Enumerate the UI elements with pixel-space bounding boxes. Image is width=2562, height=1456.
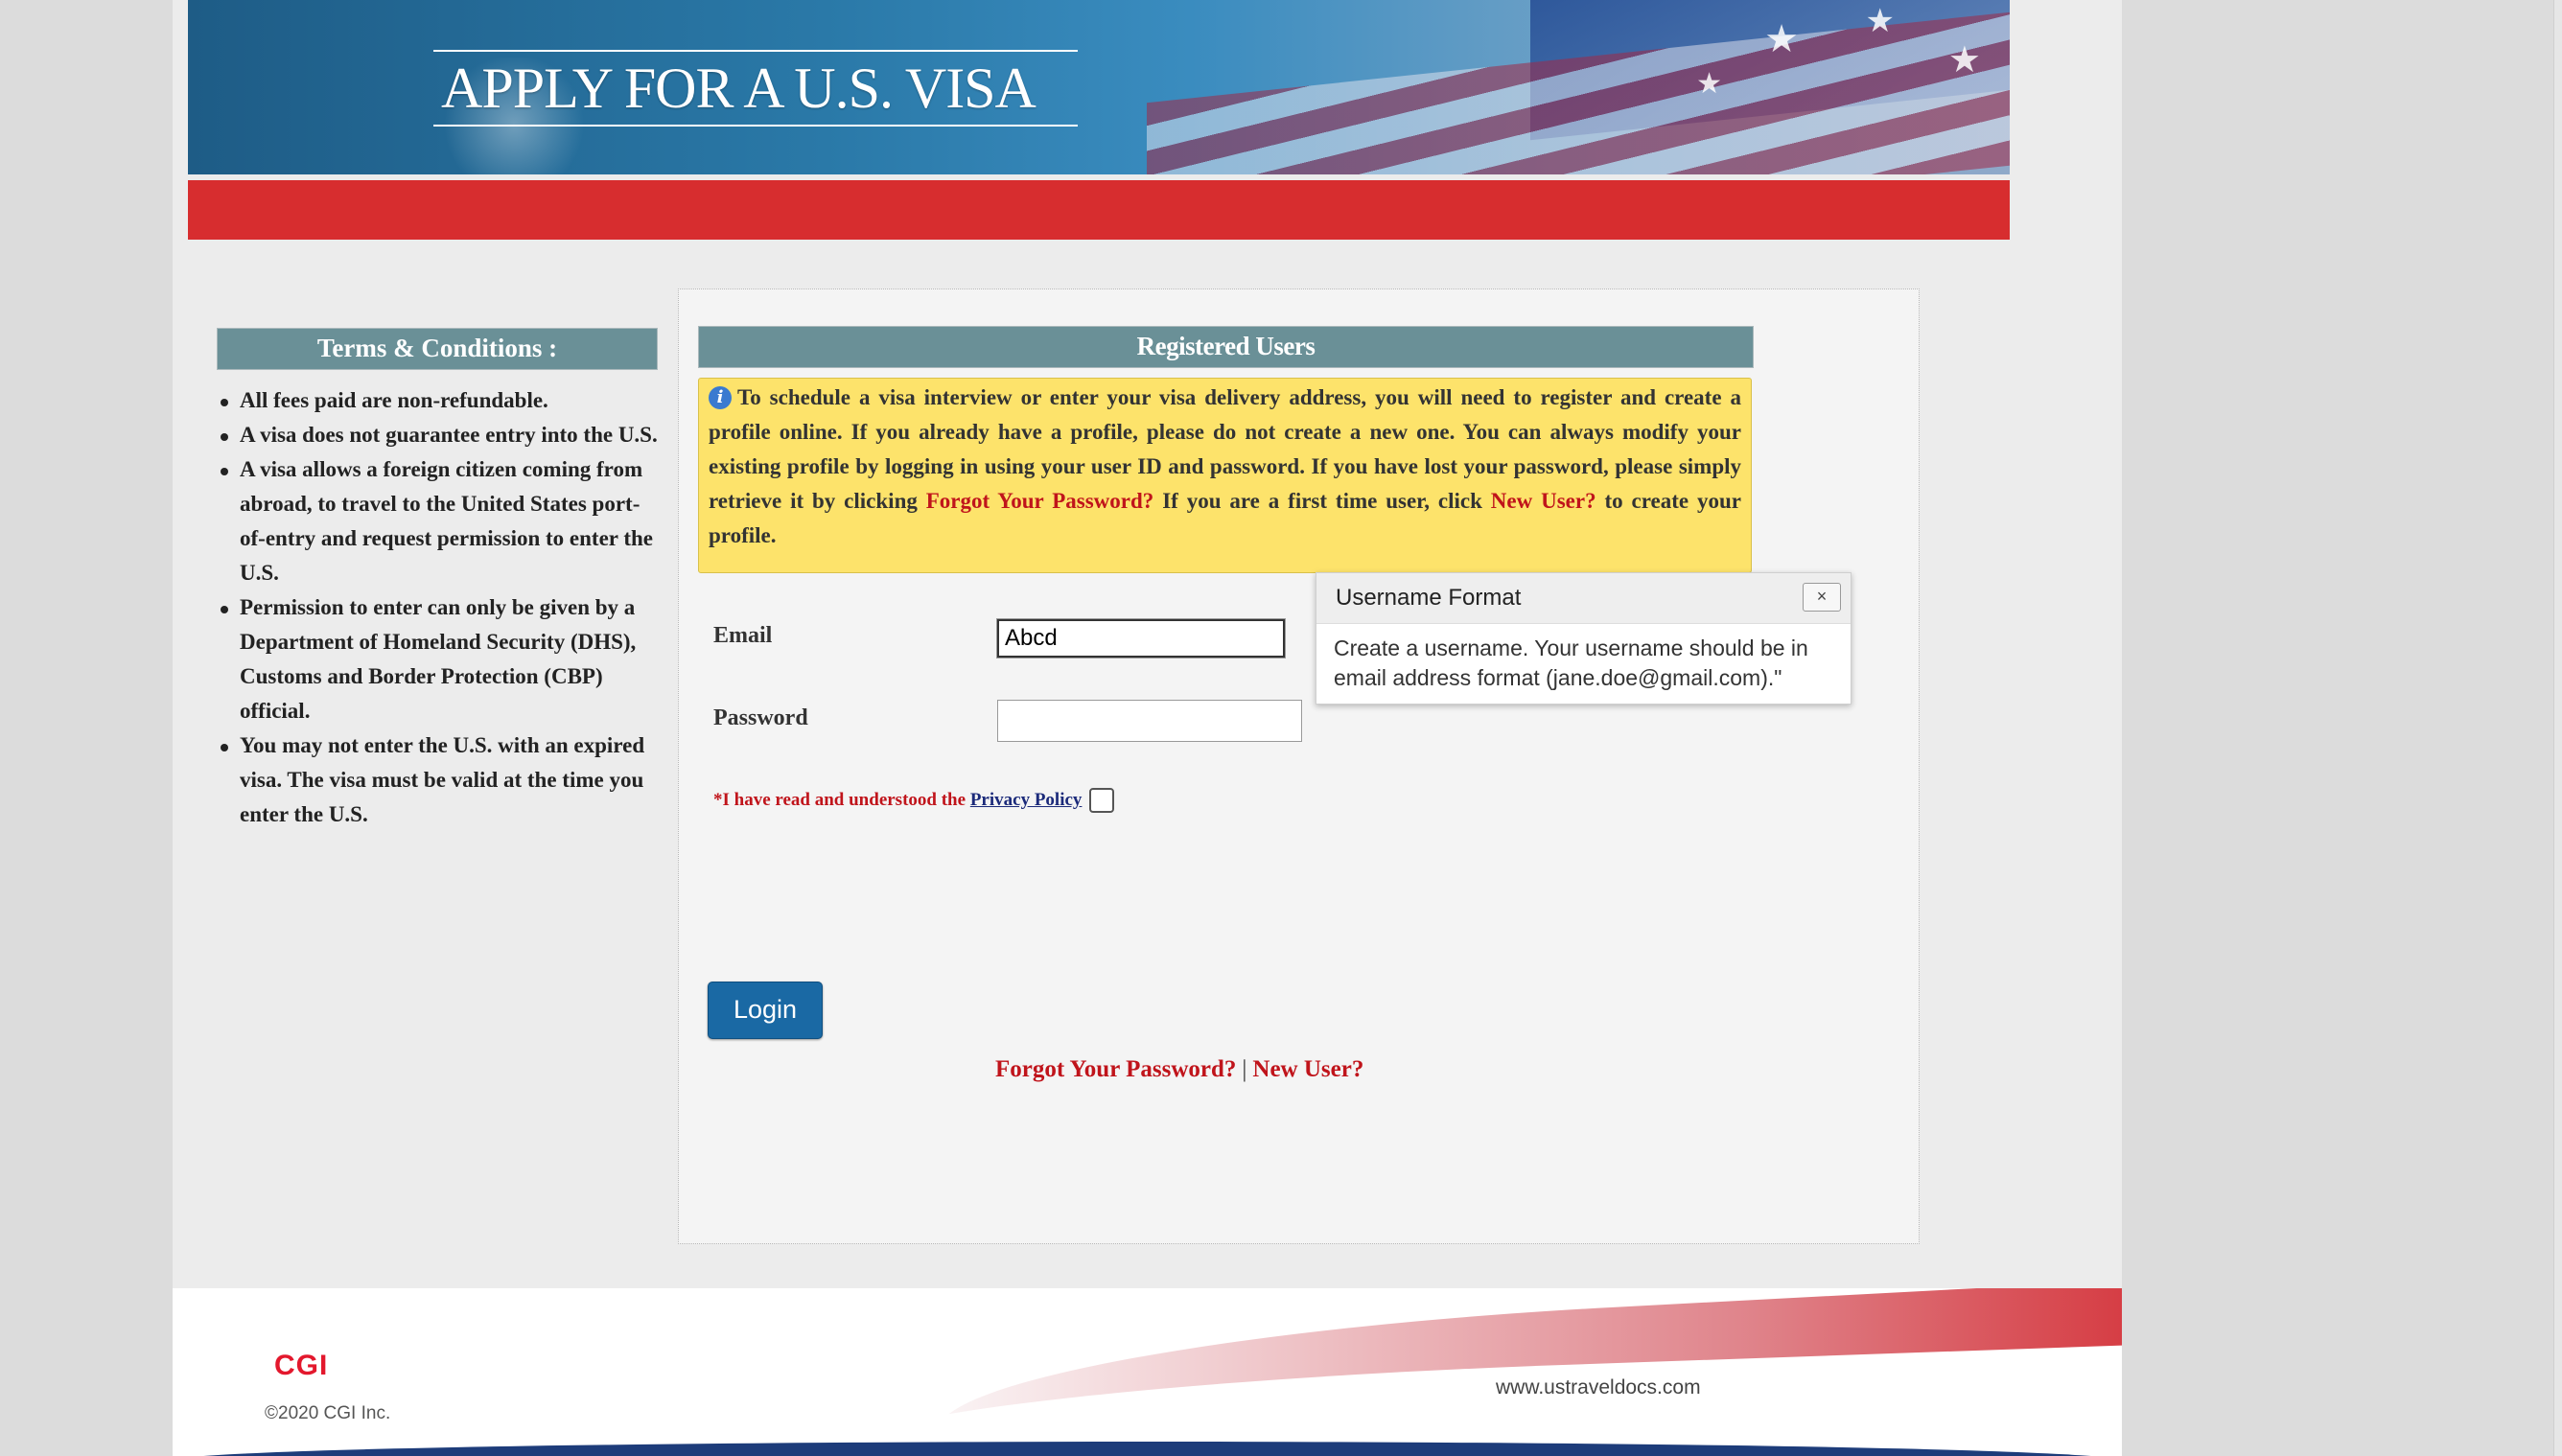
password-input[interactable] [997, 700, 1302, 742]
info-new-user-link[interactable]: New User? [1491, 489, 1596, 513]
header-banner: ★ ★ ★ ★ APPLY FOR A U.S. VISA [188, 0, 2010, 174]
terms-list: All fees paid are non-refundable. A visa… [217, 383, 658, 832]
footer-copyright: ©2020 CGI Inc. [265, 1403, 391, 1423]
terms-item: All fees paid are non-refundable. [221, 383, 658, 418]
login-button[interactable]: Login [708, 982, 823, 1039]
star-icon: ★ [1947, 38, 1981, 81]
close-icon[interactable]: × [1803, 583, 1841, 612]
page-scrollbar[interactable] [2553, 0, 2562, 1456]
terms-item: Permission to enter can only be given by… [221, 590, 658, 728]
privacy-label: *I have read and understood the [713, 790, 967, 810]
info-forgot-password-link[interactable]: Forgot Your Password? [926, 489, 1154, 513]
privacy-policy-link[interactable]: Privacy Policy [970, 790, 1083, 811]
tooltip-title: Username Format [1336, 585, 1522, 611]
info-icon: i [709, 386, 732, 409]
terms-item: A visa allows a foreign citizen coming f… [221, 452, 658, 590]
bottom-links: Forgot Your Password? | New User? [995, 1056, 1363, 1083]
header-red-bar [188, 180, 2010, 240]
password-label: Password [713, 705, 808, 730]
privacy-row: *I have read and understood the Privacy … [713, 788, 1115, 813]
registered-users-heading: Registered Users [698, 326, 1754, 368]
tooltip-body: Create a username. Your username should … [1334, 636, 1808, 690]
star-icon: ★ [1696, 67, 1722, 101]
header-title-frame: APPLY FOR A U.S. VISA [433, 50, 1078, 127]
page: ★ ★ ★ ★ APPLY FOR A U.S. VISA Terms & Co… [173, 0, 2122, 1456]
tooltip-header: Username Format × [1316, 573, 1851, 624]
terms-item: A visa does not guarantee entry into the… [221, 418, 658, 452]
page-title: APPLY FOR A U.S. VISA [441, 57, 1036, 120]
link-separator: | [1242, 1056, 1247, 1082]
email-label: Email [713, 623, 773, 648]
footer: CGI ©2020 CGI Inc. www.ustraveldocs.com [173, 1288, 2122, 1456]
cgi-logo: CGI [274, 1350, 329, 1381]
terms-panel: Terms & Conditions : All fees paid are n… [217, 328, 658, 832]
new-user-link[interactable]: New User? [1252, 1056, 1363, 1082]
login-panel: Registered Users i To schedule a visa int… [678, 289, 1920, 1244]
info-message: i To schedule a visa interview or enter y… [698, 378, 1752, 573]
star-icon: ★ [1764, 17, 1799, 61]
privacy-checkbox[interactable] [1089, 788, 1115, 813]
terms-heading: Terms & Conditions : [217, 328, 658, 370]
footer-url[interactable]: www.ustraveldocs.com [1496, 1376, 1701, 1399]
forgot-password-link[interactable]: Forgot Your Password? [995, 1056, 1236, 1082]
info-text: If you are a first time user, click [1153, 489, 1491, 513]
username-format-tooltip: Username Format × Create a username. You… [1316, 572, 1852, 705]
star-icon: ★ [1865, 2, 1895, 40]
email-input[interactable] [996, 618, 1286, 659]
terms-item: You may not enter the U.S. with an expir… [221, 728, 658, 832]
